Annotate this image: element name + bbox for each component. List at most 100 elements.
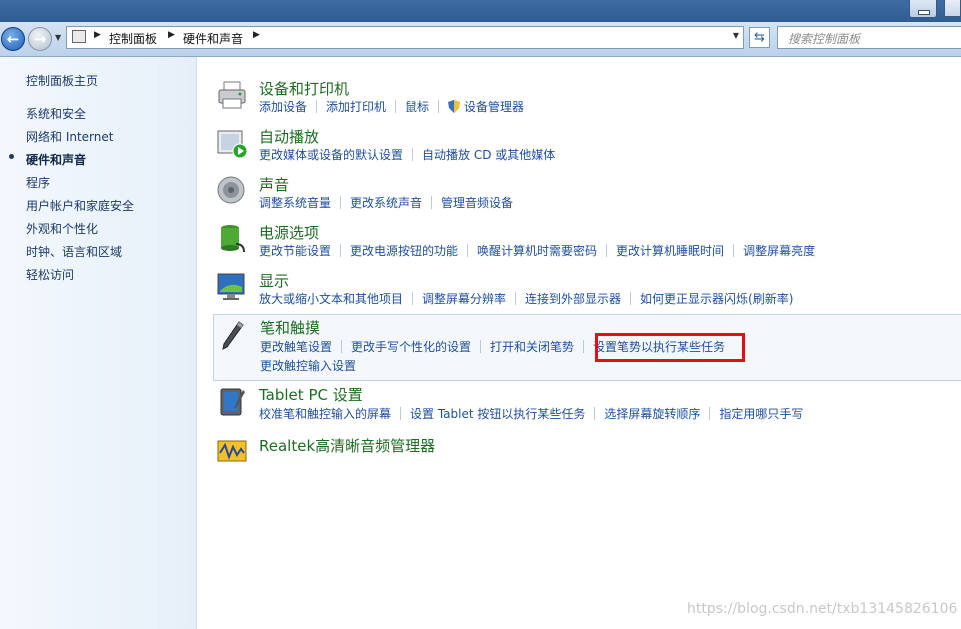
link-divider	[467, 244, 469, 257]
sidebar-item-ease-of-access[interactable]: 轻松访问	[26, 266, 74, 283]
sidebar-item-programs[interactable]: 程序	[26, 174, 50, 191]
link-divider	[412, 148, 414, 161]
minimize-icon	[918, 10, 930, 15]
link-divider	[412, 292, 414, 305]
breadcrumb-hardware-sound[interactable]: 硬件和声音	[183, 30, 243, 47]
maximize-button[interactable]	[944, 0, 961, 17]
link-divider	[341, 340, 343, 353]
link-add-printer[interactable]: 添加打印机	[326, 100, 386, 114]
link-adjust-volume[interactable]: 调整系统音量	[259, 196, 331, 210]
sidebar-item-clock-region[interactable]: 时钟、语言和区域	[26, 243, 122, 260]
link-require-password-wake[interactable]: 唤醒计算机时需要密码	[477, 244, 597, 258]
address-dropdown-icon[interactable]: ▼	[733, 31, 739, 40]
forward-arrow-icon: →	[33, 30, 47, 48]
category-power-options: 电源选项 更改节能设置 更改电源按钮的功能 唤醒计算机时需要密码 更改计算机睡眠时间 调…	[213, 220, 961, 262]
link-change-media-defaults[interactable]: 更改媒体或设备的默认设置	[259, 148, 403, 162]
category-display: 显示 放大或缩小文本和其他项目 调整屏幕分辨率 连接到外部显示器 如何更正显示器闪烁(…	[213, 268, 961, 310]
category-title-devices-printers[interactable]: 设备和打印机	[259, 78, 349, 99]
category-tablet-pc: Tablet PC 设置 校准笔和触控输入的屏幕 设置 Tablet 按钮以执行某…	[213, 384, 961, 426]
breadcrumb-control-panel[interactable]: 控制面板	[109, 30, 157, 47]
link-divider	[340, 196, 342, 209]
link-screen-brightness[interactable]: 调整屏幕亮度	[743, 244, 815, 258]
speaker-icon[interactable]	[216, 174, 248, 206]
recent-pages-dropdown[interactable]: ▼	[55, 33, 61, 42]
category-title-sound[interactable]: 声音	[259, 174, 289, 195]
pen-icon[interactable]	[217, 319, 249, 351]
window-titlebar	[0, 0, 961, 22]
link-divider	[733, 244, 735, 257]
refresh-button[interactable]: ⇆	[749, 27, 770, 48]
link-divider	[395, 100, 397, 113]
category-autoplay: 自动播放 更改媒体或设备的默认设置 自动播放 CD 或其他媒体	[213, 124, 961, 166]
sidebar-item-appearance[interactable]: 外观和个性化	[26, 220, 98, 237]
link-toggle-flicks[interactable]: 打开和关闭笔势	[490, 340, 574, 354]
link-divider	[438, 100, 440, 113]
link-add-device[interactable]: 添加设备	[259, 100, 307, 114]
refresh-icon: ⇆	[754, 30, 765, 45]
category-realtek: Realtek高清晰音频管理器	[213, 433, 961, 469]
forward-button[interactable]: →	[28, 27, 52, 51]
link-divider	[594, 407, 596, 420]
chevron-right-icon[interactable]: ▶	[253, 30, 260, 40]
link-divider	[630, 292, 632, 305]
address-bar[interactable]: ▶ 控制面板 ▶ 硬件和声音 ▶ ▼	[66, 26, 744, 49]
sidebar-item-home[interactable]: 控制面板主页	[26, 72, 98, 89]
link-power-button-function[interactable]: 更改电源按钮的功能	[350, 244, 458, 258]
link-screen-rotation[interactable]: 选择屏幕旋转顺序	[604, 407, 700, 421]
monitor-icon[interactable]	[216, 271, 248, 303]
link-change-system-sounds[interactable]: 更改系统声音	[350, 196, 422, 210]
sidebar-item-user-accounts[interactable]: 用户帐户和家庭安全	[26, 197, 134, 214]
link-divider	[606, 244, 608, 257]
link-change-power-saving[interactable]: 更改节能设置	[259, 244, 331, 258]
tablet-icon[interactable]	[216, 386, 248, 418]
back-arrow-icon: ←	[6, 30, 20, 48]
highlight-box	[595, 333, 745, 362]
watermark: https://blog.csdn.net/txb13145826106	[687, 601, 958, 617]
link-text-size[interactable]: 放大或缩小文本和其他项目	[259, 292, 403, 306]
link-sleep-time[interactable]: 更改计算机睡眠时间	[616, 244, 724, 258]
active-bullet-icon	[9, 154, 14, 159]
link-divider	[709, 407, 711, 420]
category-pen-touch: 笔和触摸 更改触笔设置 更改手写个性化的设置 打开和关闭笔势 设置笔势以执行某些任务 …	[213, 314, 961, 381]
link-touch-input-settings[interactable]: 更改触控输入设置	[260, 359, 356, 373]
sidebar-item-hardware-sound[interactable]: 硬件和声音	[26, 151, 86, 168]
link-autoplay-cd[interactable]: 自动播放 CD 或其他媒体	[422, 148, 555, 162]
link-manage-audio-devices[interactable]: 管理音频设备	[441, 196, 513, 210]
link-mouse[interactable]: 鼠标	[405, 100, 429, 114]
minimize-button[interactable]	[909, 0, 937, 18]
printer-icon[interactable]	[216, 79, 248, 111]
chevron-right-icon[interactable]: ▶	[94, 30, 101, 40]
link-device-manager[interactable]: 设备管理器	[464, 100, 524, 114]
link-divider	[431, 196, 433, 209]
link-divider	[515, 292, 517, 305]
uac-shield-icon	[448, 100, 461, 113]
autoplay-icon[interactable]	[216, 127, 248, 159]
chevron-right-icon[interactable]: ▶	[168, 30, 175, 40]
category-title-realtek[interactable]: Realtek高清晰音频管理器	[259, 435, 435, 456]
category-devices-printers: 设备和打印机 添加设备 添加打印机 鼠标 设备管理器	[213, 76, 961, 118]
search-placeholder: 搜索控制面板	[788, 32, 861, 46]
link-external-display[interactable]: 连接到外部显示器	[525, 292, 621, 306]
link-screen-resolution[interactable]: 调整屏幕分辨率	[422, 292, 506, 306]
link-refresh-rate[interactable]: 如何更正显示器闪烁(刷新率)	[640, 292, 793, 306]
sidebar-item-network[interactable]: 网络和 Internet	[26, 128, 113, 145]
link-pen-settings[interactable]: 更改触笔设置	[260, 340, 332, 354]
category-title-autoplay[interactable]: 自动播放	[259, 126, 319, 147]
link-handwriting-personalization[interactable]: 更改手写个性化的设置	[351, 340, 471, 354]
sidebar-item-system-security[interactable]: 系统和安全	[26, 105, 86, 122]
category-title-tablet-pc[interactable]: Tablet PC 设置	[259, 384, 363, 405]
link-divider	[400, 407, 402, 420]
link-calibrate-screen[interactable]: 校准笔和触控输入的屏幕	[259, 407, 391, 421]
link-tablet-buttons[interactable]: 设置 Tablet 按钮以执行某些任务	[410, 407, 585, 421]
realtek-audio-icon[interactable]	[216, 435, 248, 467]
link-divider	[480, 340, 482, 353]
category-title-power-options[interactable]: 电源选项	[259, 222, 319, 243]
battery-icon[interactable]	[216, 222, 248, 254]
category-title-display[interactable]: 显示	[259, 270, 289, 291]
link-divider	[583, 340, 585, 353]
search-input[interactable]: 搜索控制面板	[777, 26, 961, 49]
category-sound: 声音 调整系统音量 更改系统声音 管理音频设备	[213, 172, 961, 214]
category-title-pen-touch[interactable]: 笔和触摸	[260, 317, 320, 338]
link-handedness[interactable]: 指定用哪只手写	[719, 407, 803, 421]
back-button[interactable]: ←	[1, 27, 25, 51]
